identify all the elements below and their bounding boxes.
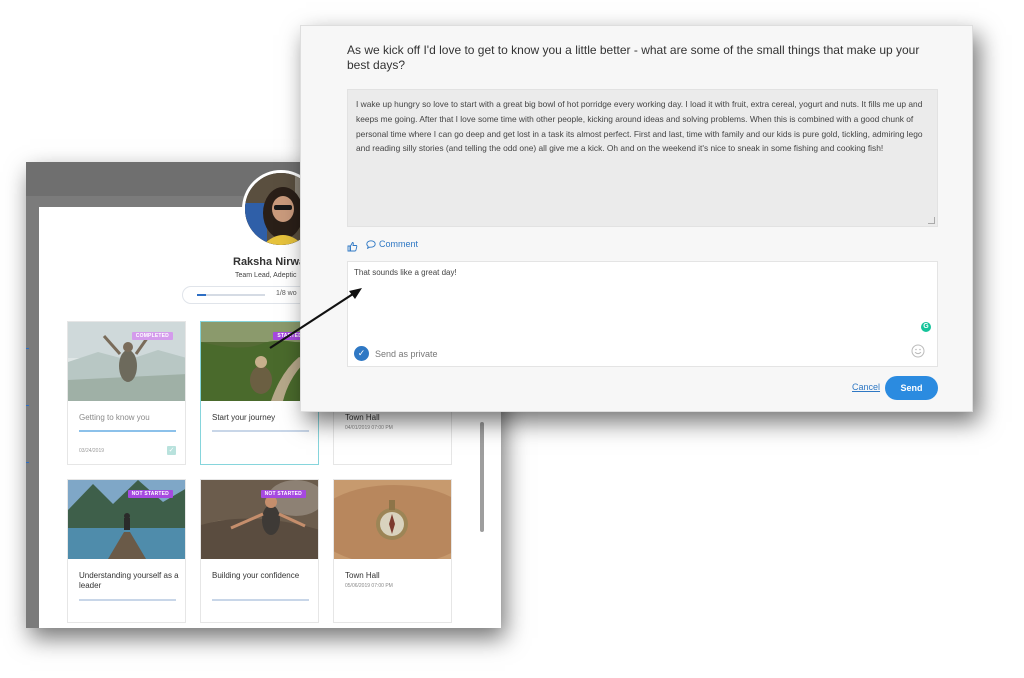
resize-handle[interactable]	[928, 217, 935, 224]
journey-card[interactable]: COMPLETED Getting to know you 03/24/2019…	[67, 321, 186, 465]
question-text: As we kick off I'd love to get to know y…	[347, 43, 920, 72]
card-date: 05/06/2019 07:00 PM	[345, 583, 393, 589]
reflection-dialog: As we kick off I'd love to get to know y…	[300, 25, 973, 412]
card-image: COMPLETED	[68, 322, 185, 401]
status-badge: COMPLETED	[131, 332, 173, 340]
sidebar-marker	[26, 348, 29, 349]
send-private-checkbox[interactable]: ✓	[354, 346, 369, 361]
profile-role: Team Lead, Adeptic	[235, 272, 297, 279]
status-badge: NOT STARTED	[127, 490, 173, 498]
card-date: 04/01/2019 07:00 PM	[345, 425, 393, 431]
card-title: Town Hall	[345, 571, 380, 580]
journey-card[interactable]: NOT STARTED Understanding yourself as a …	[67, 479, 186, 623]
card-title: Town Hall	[345, 413, 380, 422]
comment-label: Comment	[379, 239, 419, 249]
profile-name: Raksha Nirwa	[233, 256, 306, 268]
thumbs-up-icon[interactable]	[347, 239, 358, 251]
comment-icon	[366, 239, 376, 249]
send-button[interactable]: Send	[885, 376, 938, 400]
scrollbar[interactable]	[480, 422, 484, 532]
send-private-label: Send as private	[375, 349, 438, 359]
reply-text: That sounds like a great day!	[354, 268, 457, 277]
journey-card[interactable]: NOT STARTED Building your confidence	[200, 479, 319, 623]
card-image	[334, 480, 451, 559]
comment-button[interactable]: Comment	[366, 239, 418, 249]
sidebar-marker	[26, 462, 29, 463]
reply-input[interactable]: That sounds like a great day! G ✓ Send a…	[347, 261, 938, 367]
answer-actions: Comment	[347, 238, 418, 251]
card-progress-bar	[79, 430, 176, 432]
card-progress-bar	[79, 599, 176, 601]
card-image: NOT STARTED	[201, 480, 318, 559]
cancel-button[interactable]: Cancel	[852, 382, 880, 392]
sidebar-marker	[26, 405, 29, 406]
card-title: Building your confidence	[212, 571, 300, 580]
grammarly-icon[interactable]: G	[921, 322, 931, 332]
status-badge: NOT STARTED	[260, 490, 306, 498]
journey-card[interactable]: Town Hall 05/06/2019 07:00 PM	[333, 479, 452, 623]
card-title: Getting to know you	[79, 413, 150, 422]
progress-fill	[197, 294, 206, 296]
answer-textarea[interactable]: I wake up hungry so love to start with a…	[347, 89, 938, 227]
card-title: Start your journey	[212, 413, 276, 422]
card-image: NOT STARTED	[68, 480, 185, 559]
answer-text: I wake up hungry so love to start with a…	[356, 99, 923, 154]
card-progress-bar	[212, 430, 309, 432]
card-date: 03/24/2019	[79, 448, 105, 454]
progress-text: 1/8 wo	[276, 290, 297, 297]
completed-checkbox[interactable]: ✓	[167, 446, 176, 455]
progress-track	[197, 294, 265, 296]
card-progress-bar	[212, 599, 309, 601]
card-title: Understanding yourself as a leader	[79, 571, 179, 590]
emoji-icon[interactable]	[911, 344, 925, 358]
